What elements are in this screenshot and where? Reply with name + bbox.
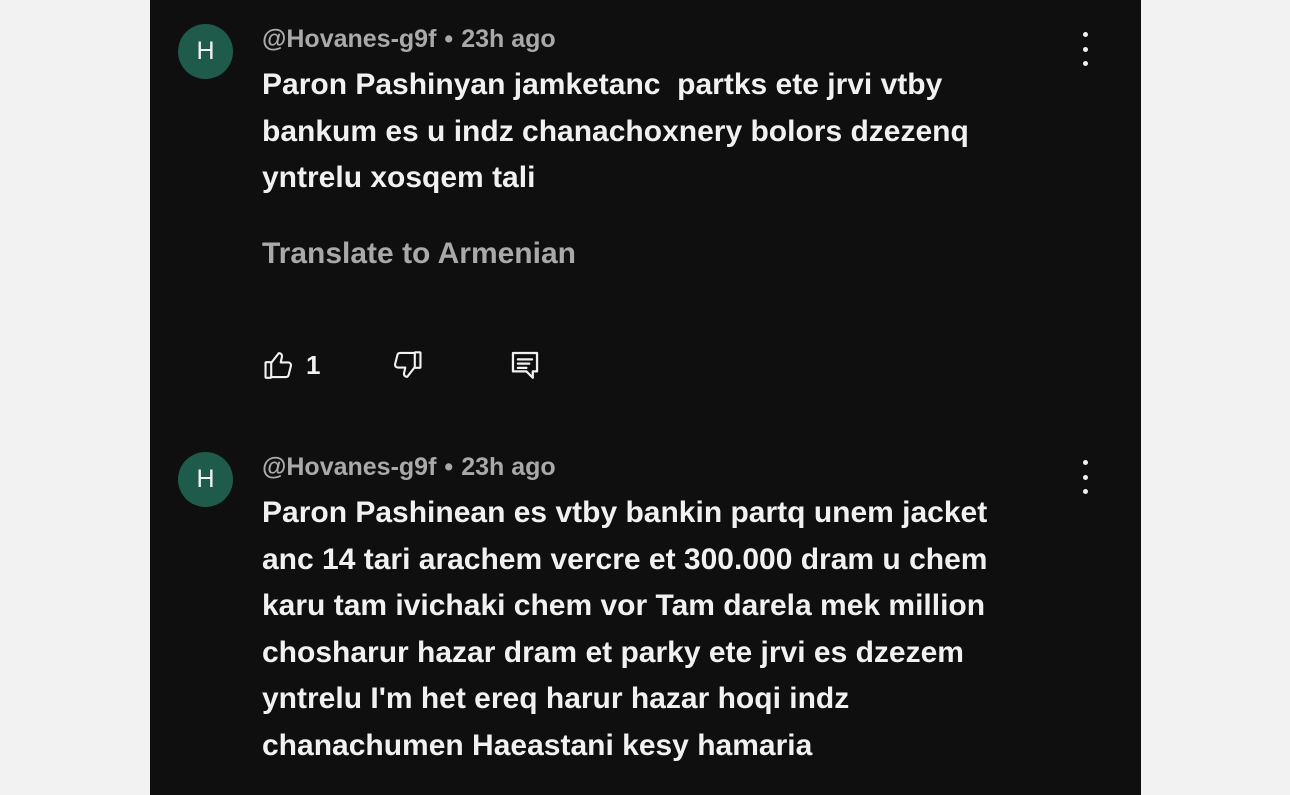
avatar[interactable]: H	[178, 452, 233, 507]
avatar-letter: H	[196, 465, 215, 493]
more-vertical-icon[interactable]	[1080, 32, 1090, 66]
dislike-button[interactable]	[390, 345, 424, 385]
comment-text: Paron Pashinean es vtby bankin partq une…	[262, 496, 988, 762]
thumbs-up-icon	[262, 348, 296, 382]
like-count: 1	[306, 349, 321, 380]
author-handle[interactable]: @Hovanes-g9f	[262, 453, 436, 481]
reply-comment-icon	[508, 348, 542, 382]
more-vertical-icon[interactable]	[1080, 460, 1090, 494]
comment-text: Paron Pashinyan jamketanc partks ete jrv…	[262, 68, 969, 194]
timestamp[interactable]: 23h ago	[461, 25, 555, 53]
translate-link[interactable]: Translate to Armenian	[262, 236, 576, 272]
avatar[interactable]: H	[178, 24, 233, 79]
comment-meta: @Hovanes-g9f • 23h ago	[262, 24, 556, 54]
comments-panel: H @Hovanes-g9f • 23h ago Paron Pashinyan j…	[150, 0, 1141, 795]
timestamp[interactable]: 23h ago	[461, 453, 555, 481]
avatar-letter: H	[196, 37, 215, 65]
meta-separator: •	[444, 25, 454, 53]
meta-separator: •	[444, 453, 454, 481]
author-handle[interactable]: @Hovanes-g9f	[262, 25, 436, 53]
like-button[interactable]: 1	[262, 345, 320, 385]
comment-meta: @Hovanes-g9f • 23h ago	[262, 452, 556, 482]
reply-button[interactable]	[508, 345, 542, 385]
thumbs-down-icon	[390, 348, 424, 382]
